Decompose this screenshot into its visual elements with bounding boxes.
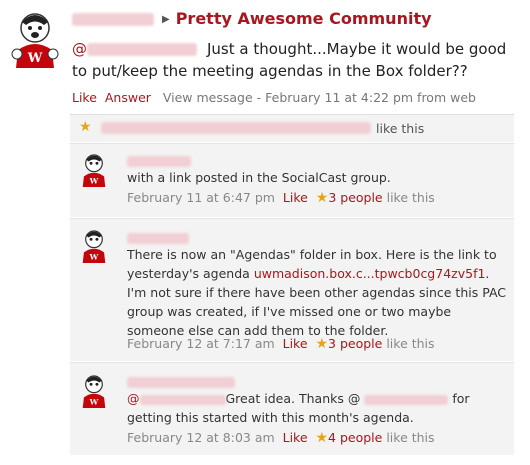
mention-at[interactable]: @ xyxy=(127,391,140,406)
svg-text:W: W xyxy=(27,51,43,66)
like-this-text: like this xyxy=(386,430,435,445)
commenter-avatar[interactable]: W xyxy=(78,152,110,190)
box-link[interactable]: uwmadison.box.c...tpwcb0cg74zv5f1 xyxy=(254,266,486,281)
svg-text:W: W xyxy=(89,252,99,261)
comment-text-mid: Great idea. Thanks @ xyxy=(225,391,361,406)
mention-redacted[interactable] xyxy=(139,394,226,405)
like-this-text: like this xyxy=(386,336,435,351)
group-link[interactable]: Pretty Awesome Community xyxy=(176,9,432,28)
star-icon: ★ xyxy=(315,336,329,352)
comment-like-button[interactable]: Like xyxy=(283,336,308,351)
comment-3: W @ Great idea. Thanks @ for getting this … xyxy=(70,362,514,455)
view-message-link[interactable]: View message xyxy=(163,90,253,105)
svg-text:W: W xyxy=(89,397,99,406)
comment-timestamp: February 12 at 7:17 am xyxy=(127,336,275,351)
post-header: ▶ Pretty Awesome Community xyxy=(72,9,432,28)
author-avatar[interactable]: W xyxy=(8,10,62,72)
commenter-name-redacted[interactable] xyxy=(127,156,191,167)
likers-redacted[interactable] xyxy=(101,122,371,134)
comment-meta: February 11 at 6:47 pm Like ★3 people li… xyxy=(127,190,435,206)
comment-like-button[interactable]: Like xyxy=(283,190,308,205)
author-name-redacted[interactable] xyxy=(72,13,154,26)
comment-2: W There is now an "Agendas" folder in bo… xyxy=(70,218,514,361)
comment-timestamp: February 12 at 8:03 am xyxy=(127,430,275,445)
comment-timestamp: February 11 at 6:47 pm xyxy=(127,190,275,205)
comment-text: with a link posted in the SocialCast gro… xyxy=(127,170,391,185)
post-meta: Like Answer View message - February 11 a… xyxy=(72,90,476,105)
comment-like-button[interactable]: Like xyxy=(283,430,308,445)
like-button[interactable]: Like xyxy=(72,90,97,105)
commenter-avatar[interactable]: W xyxy=(78,228,110,266)
comment-1: W with a link posted in the SocialCast g… xyxy=(70,143,514,217)
comment-meta: February 12 at 7:17 am Like ★3 people li… xyxy=(127,336,435,352)
commenter-avatar[interactable]: W xyxy=(78,373,110,411)
mention-redacted[interactable] xyxy=(87,43,197,56)
like-this-text: like this xyxy=(386,190,435,205)
comment-text: @ Great idea. Thanks @ for getting this st… xyxy=(127,389,507,427)
post-body: @ Just a thought...Maybe it would be good… xyxy=(72,38,522,82)
svg-text:W: W xyxy=(89,176,99,185)
mention-redacted[interactable] xyxy=(364,394,449,405)
commenter-name-redacted[interactable] xyxy=(127,377,235,388)
star-icon: ★ xyxy=(315,430,329,446)
star-icon: ★ xyxy=(79,119,92,135)
mention-at[interactable]: @ xyxy=(72,40,87,58)
arrow-icon: ▶ xyxy=(162,14,170,25)
post-timestamp: February 11 at 4:22 pm from web xyxy=(265,90,476,105)
comment-text: There is now an "Agendas" folder in box.… xyxy=(127,245,507,340)
likes-suffix: like this xyxy=(376,121,425,136)
likes-bar: ★ like this xyxy=(70,114,514,142)
answer-button[interactable]: Answer xyxy=(105,90,151,105)
likers-link[interactable]: 3 people xyxy=(328,336,382,351)
likers-link[interactable]: 3 people xyxy=(328,190,382,205)
likers-link[interactable]: 4 people xyxy=(328,430,382,445)
comment-meta: February 12 at 8:03 am Like ★4 people li… xyxy=(127,430,435,446)
commenter-name-redacted[interactable] xyxy=(127,233,189,244)
star-icon: ★ xyxy=(315,190,329,206)
